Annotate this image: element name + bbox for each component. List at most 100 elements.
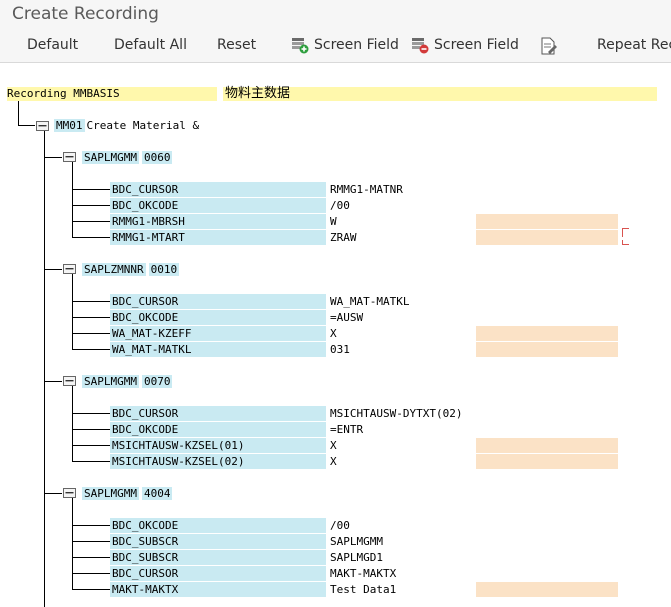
add-screen-field-label: Screen Field [314,37,399,53]
tree-line [72,429,110,430]
tree-line [72,162,73,237]
add-screen-field-button[interactable]: Screen Field [291,28,399,62]
screen-node[interactable]: SAPLMGMM 4004 [82,487,173,501]
field-value[interactable]: =ENTR [328,422,470,437]
screen-program: SAPLMGMM [82,151,139,164]
repeat-recording-button[interactable]: Repeat Reco [597,28,671,62]
field-extra-cell[interactable] [476,342,618,357]
field-extra-cell[interactable] [476,582,618,597]
field-name: WA_MAT-MATKL [110,342,326,357]
tree-line [44,381,62,382]
field-extra-cell[interactable] [476,438,618,453]
tree-line [72,333,110,334]
field-value[interactable]: SAPLMGMM [328,534,470,549]
tree-line [72,557,110,558]
field-value[interactable]: X [328,438,470,453]
tree-line [72,525,110,526]
reset-button[interactable]: Reset [217,28,256,62]
field-value[interactable]: X [328,454,470,469]
field-value[interactable]: RMMG1-MATNR [328,182,470,197]
field-name: BDC_CURSOR [110,294,326,309]
tree-line [72,498,73,589]
field-name: BDC_OKCODE [110,518,326,533]
field-value[interactable]: /00 [328,518,470,533]
tree-line [44,269,62,270]
edit-document-icon [541,37,557,55]
folder-open-icon[interactable] [63,264,76,274]
field-extra-cell[interactable] [476,214,618,229]
remove-screen-field-label: Screen Field [434,37,519,53]
screen-program: SAPLMGMM [82,375,139,388]
field-name: BDC_CURSOR [110,566,326,581]
field-extra-cell[interactable] [476,454,618,469]
tree-line [72,237,110,238]
transaction-node[interactable]: MM01 Create Material & [54,119,201,133]
field-name: BDC_OKCODE [110,422,326,437]
tree-line [72,274,73,349]
field-name: BDC_CURSOR [110,406,326,421]
tree-line [72,349,110,350]
tree-line [72,589,110,590]
tree-line [44,157,62,158]
field-value[interactable]: SAPLMGD1 [328,550,470,565]
field-name: BDC_SUBSCR [110,534,326,549]
field-value[interactable]: X [328,326,470,341]
remove-screen-field-icon [412,38,429,54]
field-name: BDC_CURSOR [110,182,326,197]
focus-marker [622,228,629,237]
folder-open-icon[interactable] [63,152,76,162]
field-name: MSICHTAUSW-KZSEL(02) [110,454,326,469]
transaction-code: MM01 [54,119,85,132]
field-value[interactable]: /00 [328,198,470,213]
default-all-button[interactable]: Default All [114,28,187,62]
field-name: BDC_OKCODE [110,198,326,213]
field-value[interactable]: Test Data1 [328,582,470,597]
field-value[interactable]: WA_MAT-MATKL [328,294,470,309]
tree-line [44,131,45,607]
title-bar: Create Recording [0,0,671,28]
tree-line [18,101,19,126]
tree-line [72,573,110,574]
folder-open-icon[interactable] [63,488,76,498]
tree-line [72,386,73,461]
tree-line [72,541,110,542]
screen-program: SAPLZMNNR [82,263,146,276]
default-all-button-label: Default All [114,37,187,53]
field-value[interactable]: MAKT-MAKTX [328,566,470,581]
remove-screen-field-button[interactable]: Screen Field [411,28,519,62]
field-name: BDC_OKCODE [110,310,326,325]
screen-node[interactable]: SAPLMGMM 0070 [82,375,173,389]
tree-line [72,461,110,462]
tree-line [72,205,110,206]
recording-description: 物料主数据 [223,87,657,101]
field-value[interactable]: 031 [328,342,470,357]
screen-program: SAPLMGMM [82,487,139,500]
screen-node[interactable]: SAPLZMNNR 0010 [82,263,180,277]
field-extra-cell[interactable] [476,326,618,341]
field-name: BDC_SUBSCR [110,550,326,565]
field-value[interactable]: ZRAW [328,230,470,245]
field-extra-cell[interactable] [476,230,618,245]
toolbar: Default Default All Reset Screen Field S… [0,28,671,63]
folder-open-icon[interactable] [36,121,49,131]
tree-line [72,189,110,190]
folder-open-icon[interactable] [63,376,76,386]
transaction-text: Create Material & [86,119,200,132]
tree-line [72,413,110,414]
field-name: MSICHTAUSW-KZSEL(01) [110,438,326,453]
tree-line [72,317,110,318]
field-name: RMMG1-MTART [110,230,326,245]
field-name: WA_MAT-KZEFF [110,326,326,341]
tree-line [72,301,110,302]
focus-marker [622,240,629,245]
screen-number: 0070 [141,375,173,388]
tree-line [18,125,35,126]
recording-name: Recording MMBASIS [7,87,217,101]
field-value[interactable]: W [328,214,470,229]
field-value[interactable]: =AUSW [328,310,470,325]
default-button[interactable]: Default [27,28,78,62]
field-value[interactable]: MSICHTAUSW-DYTXT(02) [328,406,470,421]
screen-node[interactable]: SAPLMGMM 0060 [82,151,173,165]
screen-number: 4004 [141,487,173,500]
screen-number: 0010 [148,263,180,276]
